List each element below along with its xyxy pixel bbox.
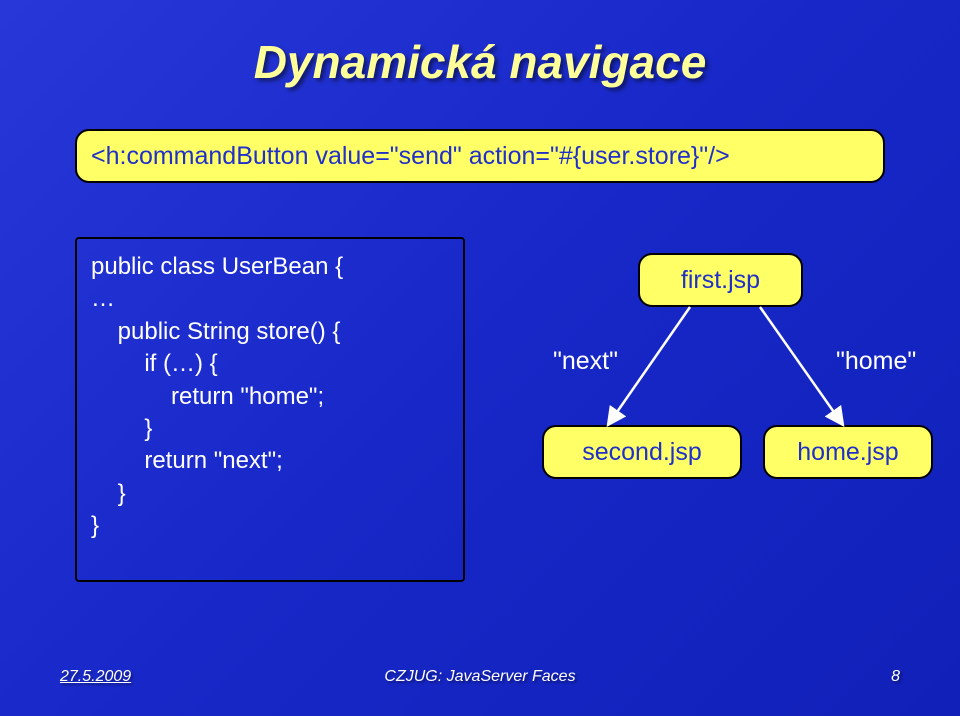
- arrow-home: [760, 307, 843, 425]
- node-second-jsp: second.jsp: [542, 425, 742, 479]
- code-snippet-text: <h:commandButton value="send" action="#{…: [91, 142, 730, 171]
- node-home-text: home.jsp: [797, 438, 898, 467]
- footer-date: 27.5.2009: [60, 668, 131, 686]
- arrow-next: [608, 307, 690, 425]
- footer-title: CZJUG: JavaServer Faces: [384, 668, 575, 686]
- node-second-text: second.jsp: [582, 438, 702, 467]
- code-snippet-box: <h:commandButton value="send" action="#{…: [75, 129, 885, 183]
- edge-label-next: "next": [553, 347, 618, 376]
- code-box-text: public class UserBean { … public String …: [91, 253, 343, 539]
- title-text: Dynamická navigace: [254, 36, 707, 88]
- edge-label-home: "home": [836, 347, 916, 376]
- code-box: public class UserBean { … public String …: [75, 237, 465, 582]
- slide-title: Dynamická navigace: [254, 35, 707, 89]
- node-first-text: first.jsp: [681, 266, 760, 295]
- node-home-jsp: home.jsp: [763, 425, 933, 479]
- node-first-jsp: first.jsp: [638, 253, 803, 307]
- footer-page-number: 8: [891, 668, 900, 686]
